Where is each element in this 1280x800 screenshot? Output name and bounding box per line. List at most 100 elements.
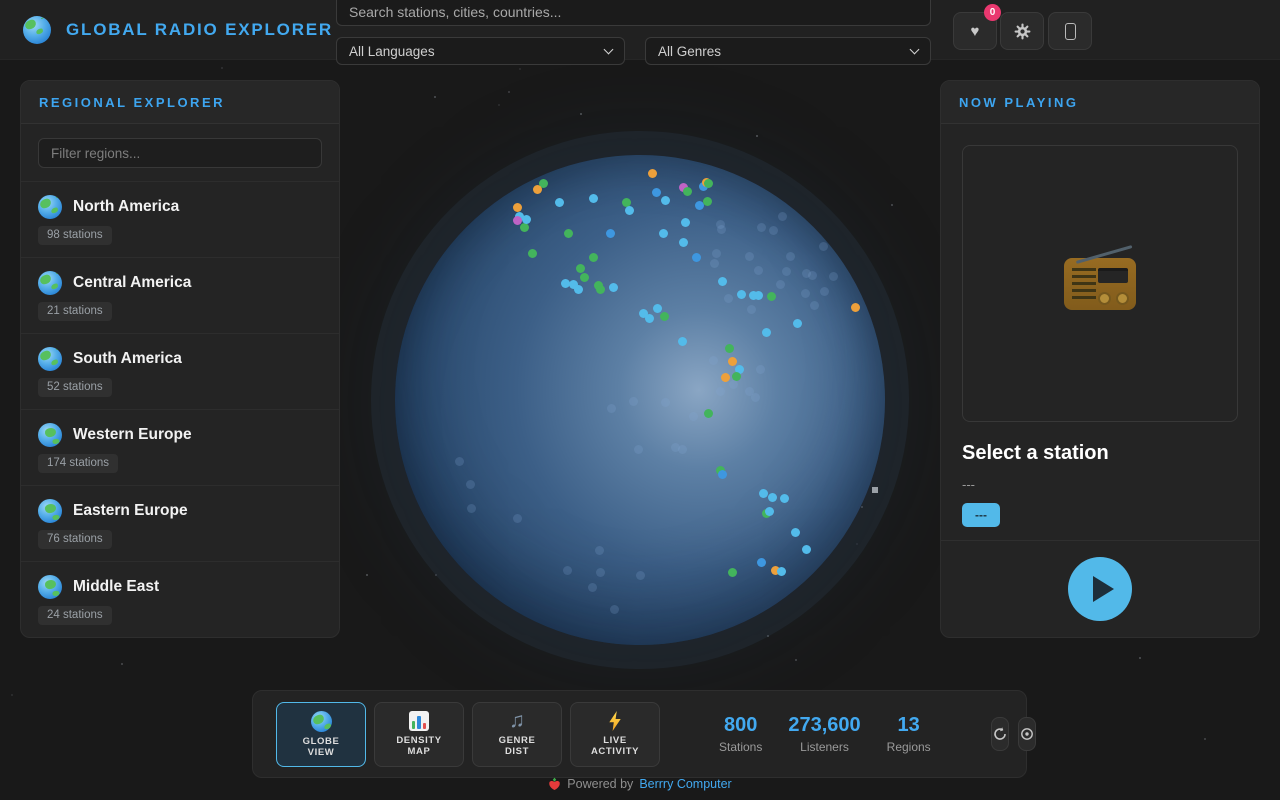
station-dot[interactable] [725,344,734,353]
station-dot[interactable] [762,328,771,337]
station-dot[interactable] [661,196,670,205]
station-dot[interactable] [660,312,669,321]
station-dot[interactable] [653,304,662,313]
faint-dot [467,504,476,513]
region-item[interactable]: North America 98 stations [21,182,339,258]
station-dot[interactable] [704,409,713,418]
view-mode-button-chart[interactable]: DENSITYMAP [374,702,464,767]
station-dot[interactable] [564,229,573,238]
station-dot[interactable] [522,215,531,224]
region-filter-input[interactable] [38,138,322,168]
station-dot[interactable] [606,229,615,238]
station-artwork-box [962,145,1238,422]
region-name: Eastern Europe [73,502,188,520]
region-item[interactable]: Middle East 24 stations [21,562,339,638]
station-dot[interactable] [704,179,713,188]
station-dot[interactable] [703,197,712,206]
star [434,96,436,98]
faint-dot [513,514,522,523]
station-dot[interactable] [678,337,687,346]
star [756,135,758,137]
view-mode-button-globe[interactable]: GLOBEVIEW [276,702,366,767]
region-item[interactable]: Eastern Europe 76 stations [21,486,339,562]
station-dot[interactable] [574,285,583,294]
station-dot[interactable] [652,188,661,197]
now-playing-title: NOW PLAYING [941,81,1259,124]
station-dot[interactable] [767,292,776,301]
station-dot[interactable] [520,223,529,232]
station-dot[interactable] [528,249,537,258]
station-dot[interactable] [609,283,618,292]
station-dot[interactable] [728,568,737,577]
gear-icon [1014,23,1031,40]
station-dot[interactable] [683,187,692,196]
faint-dot [636,571,645,580]
station-dot[interactable] [765,507,774,516]
faint-dot [466,480,475,489]
strawberry-icon [548,777,561,791]
regional-explorer-title: REGIONAL EXPLORER [21,81,339,124]
station-dot[interactable] [791,528,800,537]
settings-button[interactable] [1000,12,1044,50]
globe-icon [38,347,62,371]
station-dot[interactable] [513,203,522,212]
station-dot[interactable] [754,291,763,300]
faint-dot [710,259,719,268]
refresh-button[interactable] [991,717,1009,751]
station-dot[interactable] [589,194,598,203]
station-dot[interactable] [596,285,605,294]
station-dot[interactable] [777,567,786,576]
view-mode-button-music[interactable]: ♫ GENREDIST [472,702,562,767]
station-dot[interactable] [555,198,564,207]
station-dot[interactable] [737,290,746,299]
language-filter-select[interactable]: All Languages [336,37,625,65]
faint-dot [778,212,787,221]
view-mode-button-bolt[interactable]: LIVEACTIVITY [570,702,660,767]
globe-visualization[interactable] [395,155,885,645]
center-target-button[interactable] [1018,717,1036,751]
stat-label: Stations [719,740,762,754]
station-dot[interactable] [757,558,766,567]
station-dot[interactable] [580,273,589,282]
region-item[interactable]: Western Europe 174 stations [21,410,339,486]
station-dot[interactable] [648,169,657,178]
station-dot[interactable] [721,373,730,382]
faint-dot [786,252,795,261]
globe-sphere[interactable] [395,155,885,645]
station-dot[interactable] [793,319,802,328]
station-dot[interactable] [625,206,634,215]
genre-filter-select[interactable]: All Genres [645,37,931,65]
star [795,659,797,661]
station-dot[interactable] [681,218,690,227]
station-dot[interactable] [802,545,811,554]
player-section [941,540,1259,637]
station-genre-badge: --- [962,503,1000,527]
station-dot[interactable] [768,493,777,502]
station-dot[interactable] [780,494,789,503]
station-dot[interactable] [589,253,598,262]
station-dot[interactable] [728,357,737,366]
station-dot[interactable] [576,264,585,273]
region-name: Western Europe [73,426,192,444]
station-dot[interactable] [679,238,688,247]
star [1204,738,1206,740]
station-dot[interactable] [851,303,860,312]
faint-dot [717,225,726,234]
region-item[interactable]: Central America 21 stations [21,258,339,334]
station-dot[interactable] [718,277,727,286]
region-item[interactable]: South America 52 stations [21,334,339,410]
station-dot[interactable] [659,229,668,238]
station-dot[interactable] [692,253,701,262]
play-button[interactable] [1068,557,1132,621]
station-dot[interactable] [533,185,542,194]
station-dot[interactable] [718,470,727,479]
station-dot[interactable] [645,314,654,323]
brand-link[interactable]: Berrry Computer [639,777,731,791]
station-dot[interactable] [759,489,768,498]
faint-dot [747,305,756,314]
faint-dot [455,457,464,466]
heart-icon: ♥ [971,23,980,40]
mobile-view-button[interactable] [1048,12,1092,50]
search-input[interactable] [336,0,931,26]
faint-dot [829,272,838,281]
